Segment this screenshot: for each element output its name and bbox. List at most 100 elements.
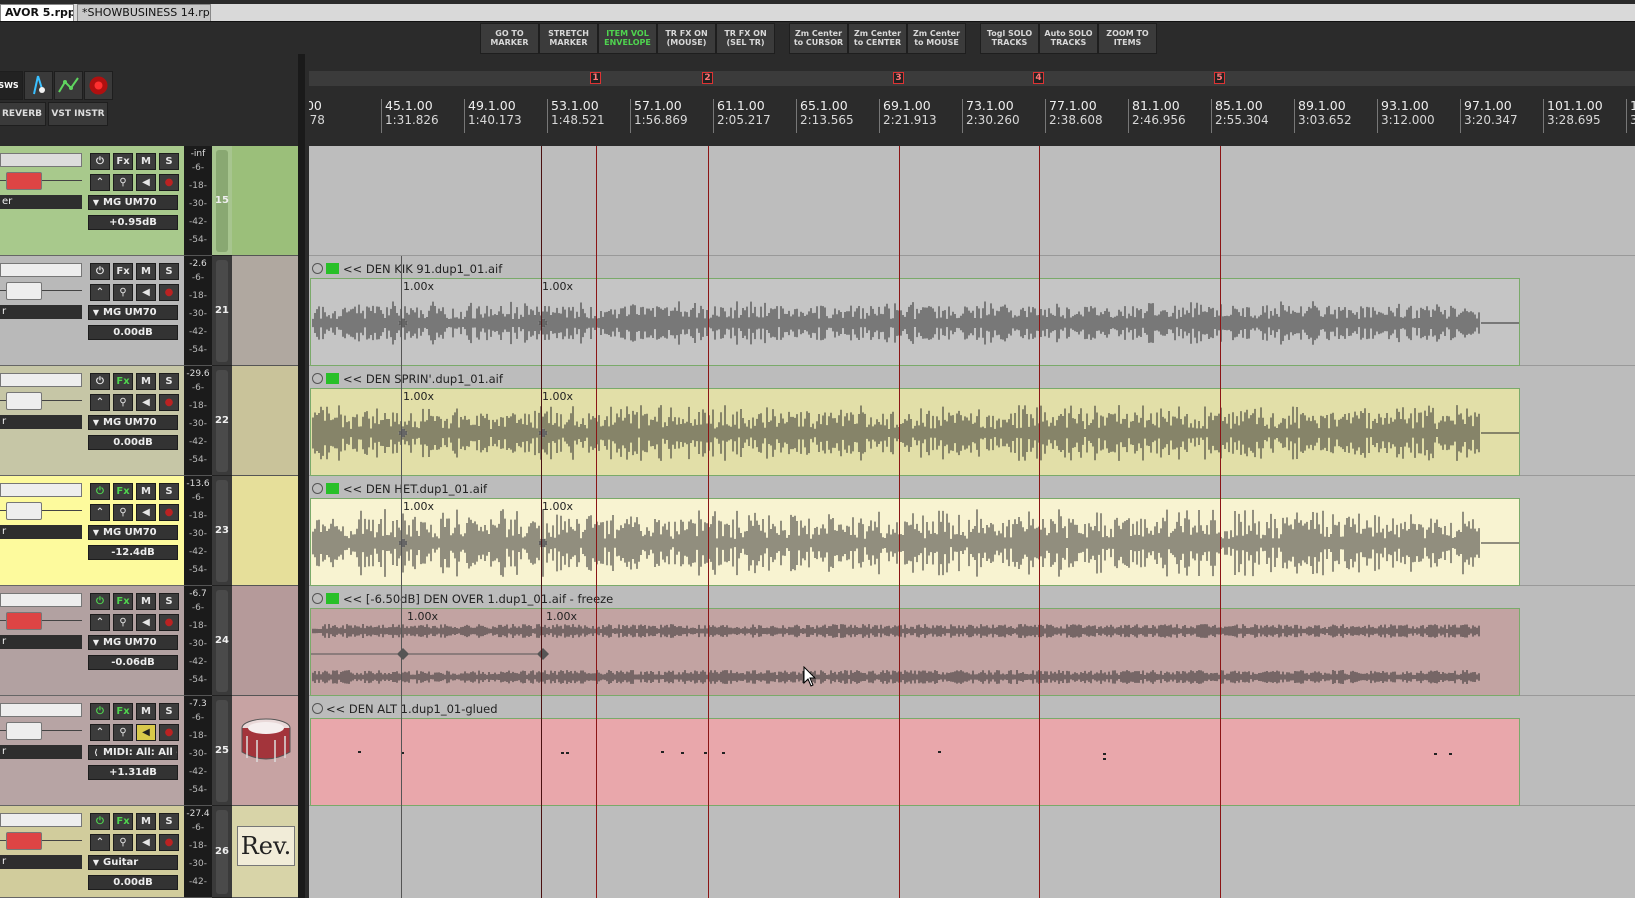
track-gain-display[interactable]: 0.00dB: [88, 875, 178, 890]
volume-slider[interactable]: [6, 282, 42, 300]
media-item[interactable]: [310, 278, 1520, 366]
project-marker[interactable]: 4: [1033, 72, 1044, 84]
envelope-button[interactable]: ⌃: [90, 174, 110, 191]
fx-button[interactable]: Fx: [113, 263, 133, 280]
toolbar-button[interactable]: ITEM VOL ENVELOPE: [598, 23, 657, 54]
toolbar-button[interactable]: TR FX ON (MOUSE): [657, 23, 716, 54]
io-button[interactable]: ⚲: [113, 284, 133, 301]
solo-button[interactable]: S: [159, 703, 179, 720]
item-lock-icon[interactable]: [312, 263, 323, 274]
phase-button[interactable]: ◀: [136, 834, 156, 851]
item-lock-icon[interactable]: [312, 593, 323, 604]
project-marker[interactable]: 5: [1214, 72, 1225, 84]
track-panel[interactable]: er ⏻ Fx M S ⌃ ⚲ ◀ ● ▼ MG UM70 +0.95dB: [0, 146, 184, 256]
track-name-text[interactable]: r: [0, 635, 82, 649]
project-marker[interactable]: 1: [590, 72, 601, 84]
track-panel[interactable]: r ⏻ Fx M S ⌃ ⚲ ◀ ● ▼ MG UM70 0.00dB: [0, 366, 184, 476]
mute-button[interactable]: M: [136, 593, 156, 610]
track-name-field[interactable]: [0, 813, 82, 827]
project-marker[interactable]: 2: [702, 72, 713, 84]
solo-button[interactable]: S: [159, 483, 179, 500]
input-select[interactable]: ▼ MG UM70: [88, 195, 178, 210]
track-panel[interactable]: r ⏻ Fx M S ⌃ ⚲ ◀ ● ▼ MG UM70 0.00dB: [0, 256, 184, 366]
power-button[interactable]: ⏻: [90, 483, 110, 500]
volume-slider[interactable]: [6, 722, 42, 740]
solo-button[interactable]: S: [159, 593, 179, 610]
phase-button[interactable]: ◀: [136, 724, 156, 741]
toolbar-button[interactable]: Zm Center to MOUSE: [907, 23, 966, 54]
record-arm-button[interactable]: ●: [159, 724, 179, 741]
mute-button[interactable]: M: [136, 153, 156, 170]
track-name-field[interactable]: [0, 373, 82, 387]
envelope-button[interactable]: ⌃: [90, 614, 110, 631]
toolbar-button[interactable]: GO TO MARKER: [480, 23, 539, 54]
marker-lane[interactable]: 1 2 3 4 5: [309, 71, 1635, 86]
record-arm-button[interactable]: ●: [159, 394, 179, 411]
item-lock-icon[interactable]: [312, 703, 323, 714]
io-button[interactable]: ⚲: [113, 504, 133, 521]
track-name-field[interactable]: [0, 263, 82, 277]
project-tab[interactable]: *SHOWBUSINESS 14.rpp: [77, 4, 211, 21]
record-arm-button[interactable]: ●: [159, 174, 179, 191]
mute-button[interactable]: M: [136, 483, 156, 500]
io-button[interactable]: ⚲: [113, 724, 133, 741]
track-panel[interactable]: r ⏻ Fx M S ⌃ ⚲ ◀ ● ▼ MG UM70 -12.4dB: [0, 476, 184, 586]
phase-button[interactable]: ◀: [136, 614, 156, 631]
track-panel[interactable]: r ⏻ Fx M S ⌃ ⚲ ◀ ● ⟨ MIDI: All: All c +1.31dB: [0, 696, 184, 806]
arrange-view[interactable]: << DEN KIK 91.dup1_01.aif 1.00x 1.00x << DE…: [309, 146, 1635, 898]
input-select[interactable]: ▼ Guitar: [88, 855, 178, 870]
record-icon[interactable]: [84, 71, 113, 100]
tcp-splitter[interactable]: [298, 54, 305, 898]
track-gain-display[interactable]: +1.31dB: [88, 765, 178, 780]
toolbar-button[interactable]: Zm Center to CURSOR: [789, 23, 848, 54]
media-item[interactable]: [310, 498, 1520, 586]
power-button[interactable]: ⏻: [90, 373, 110, 390]
record-arm-button[interactable]: ●: [159, 614, 179, 631]
track-panel[interactable]: r ⏻ Fx M S ⌃ ⚲ ◀ ● ▼ Guitar 0.00dB: [0, 806, 184, 898]
io-button[interactable]: ⚲: [113, 394, 133, 411]
reverb-button[interactable]: REVERB: [0, 102, 46, 126]
solo-button[interactable]: S: [159, 153, 179, 170]
mute-button[interactable]: M: [136, 263, 156, 280]
toolbar-button[interactable]: Zm Center to CENTER: [848, 23, 907, 54]
track-name-field[interactable]: [0, 153, 82, 167]
envelope-point[interactable]: [537, 648, 549, 660]
record-arm-button[interactable]: ●: [159, 284, 179, 301]
solo-button[interactable]: S: [159, 813, 179, 830]
track-gain-display[interactable]: 0.00dB: [88, 325, 178, 340]
fx-button[interactable]: Fx: [113, 593, 133, 610]
solo-button[interactable]: S: [159, 263, 179, 280]
track-name-text[interactable]: r: [0, 305, 82, 319]
io-button[interactable]: ⚲: [113, 174, 133, 191]
track-name-text[interactable]: r: [0, 415, 82, 429]
fx-button[interactable]: Fx: [113, 373, 133, 390]
toolbar-button[interactable]: STRETCH MARKER: [539, 23, 598, 54]
fx-button[interactable]: Fx: [113, 483, 133, 500]
input-select[interactable]: ▼ MG UM70: [88, 305, 178, 320]
mute-button[interactable]: M: [136, 373, 156, 390]
track-name-field[interactable]: [0, 483, 82, 497]
track-panel[interactable]: r ⏻ Fx M S ⌃ ⚲ ◀ ● ▼ MG UM70 -0.06dB: [0, 586, 184, 696]
power-button[interactable]: ⏻: [90, 263, 110, 280]
track-name-field[interactable]: [0, 703, 82, 717]
phase-button[interactable]: ◀: [136, 394, 156, 411]
input-select[interactable]: ▼ MG UM70: [88, 415, 178, 430]
mute-button[interactable]: M: [136, 813, 156, 830]
envelope-icon[interactable]: [54, 71, 83, 100]
toolbar-button[interactable]: ZOOM TO ITEMS: [1098, 23, 1157, 54]
volume-slider[interactable]: [6, 502, 42, 520]
volume-slider[interactable]: [6, 172, 42, 190]
envelope-button[interactable]: ⌃: [90, 394, 110, 411]
media-item[interactable]: [310, 388, 1520, 476]
volume-slider[interactable]: [6, 612, 42, 630]
io-button[interactable]: ⚲: [113, 614, 133, 631]
fx-button[interactable]: Fx: [113, 153, 133, 170]
envelope-button[interactable]: ⌃: [90, 834, 110, 851]
track-gain-display[interactable]: +0.95dB: [88, 215, 178, 230]
mute-button[interactable]: M: [136, 703, 156, 720]
item-lock-icon[interactable]: [312, 373, 323, 384]
track-name-text[interactable]: r: [0, 855, 82, 869]
power-button[interactable]: ⏻: [90, 813, 110, 830]
power-button[interactable]: ⏻: [90, 703, 110, 720]
phase-button[interactable]: ◀: [136, 284, 156, 301]
